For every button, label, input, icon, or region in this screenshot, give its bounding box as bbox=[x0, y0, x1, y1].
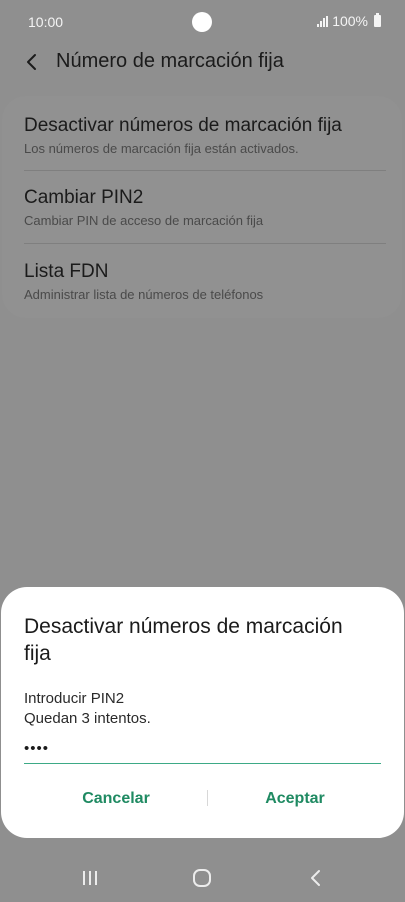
setting-title: Desactivar números de marcación fija bbox=[24, 115, 342, 136]
app-bar: Número de marcación fija bbox=[0, 44, 405, 80]
dialog-buttons: Cancelar Aceptar bbox=[1, 783, 404, 815]
setting-title: Cambiar PIN2 bbox=[24, 187, 144, 208]
pin2-prompt: Introducir PIN2 bbox=[24, 690, 125, 707]
battery-icon bbox=[374, 13, 381, 27]
status-indicators: 100% bbox=[317, 13, 381, 29]
signal-icon bbox=[317, 15, 329, 27]
home-icon bbox=[193, 869, 211, 887]
divider bbox=[24, 243, 386, 244]
status-time: 10:00 bbox=[28, 14, 64, 30]
attempts-remaining: Quedan 3 intentos. bbox=[24, 710, 151, 727]
chevron-left-icon bbox=[27, 54, 36, 70]
pin2-input[interactable] bbox=[24, 733, 381, 764]
front-camera bbox=[192, 12, 212, 32]
cancel-button[interactable]: Cancelar bbox=[26, 783, 206, 815]
status-bar: 10:00 100% bbox=[0, 0, 405, 44]
setting-subtitle: Administrar lista de números de teléfono… bbox=[24, 287, 264, 302]
setting-change-pin2[interactable]: Cambiar PIN2 Cambiar PIN de acceso de ma… bbox=[24, 186, 386, 230]
setting-subtitle: Los números de marcación fija están acti… bbox=[24, 141, 299, 156]
recents-icon bbox=[83, 871, 97, 885]
page-title: Número de marcación fija bbox=[56, 50, 284, 72]
setting-disable-fdn[interactable]: Desactivar números de marcación fija Los… bbox=[24, 114, 386, 158]
recents-button[interactable] bbox=[60, 860, 120, 896]
setting-fdn-list[interactable]: Lista FDN Administrar lista de números d… bbox=[24, 260, 386, 304]
pin2-dialog: Desactivar números de marcación fija Int… bbox=[1, 587, 404, 838]
setting-subtitle: Cambiar PIN de acceso de marcación fija bbox=[24, 213, 264, 228]
dialog-message: Introducir PIN2 Quedan 3 intentos. bbox=[24, 689, 151, 729]
settings-list: Desactivar números de marcación fija Los… bbox=[2, 96, 402, 318]
navigation-bar bbox=[0, 850, 405, 902]
dialog-title: Desactivar números de marcación fija bbox=[24, 615, 343, 665]
setting-title: Lista FDN bbox=[24, 261, 109, 282]
battery-percent: 100% bbox=[332, 13, 368, 29]
home-button[interactable] bbox=[172, 860, 232, 896]
back-button[interactable] bbox=[18, 44, 46, 80]
accept-button[interactable]: Aceptar bbox=[205, 783, 385, 815]
nav-back-button[interactable] bbox=[286, 860, 346, 896]
back-icon bbox=[311, 870, 320, 886]
divider bbox=[24, 170, 386, 171]
